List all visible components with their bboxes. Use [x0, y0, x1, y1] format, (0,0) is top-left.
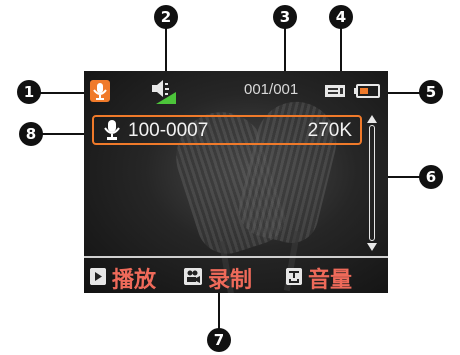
callout-2: 2	[154, 5, 178, 29]
callout-7: 7	[207, 328, 231, 352]
callout-6: 6	[419, 165, 443, 189]
status-bar: 001/001	[84, 71, 388, 111]
menu-play[interactable]: 播放	[90, 261, 174, 293]
menu-record[interactable]: 录制	[184, 261, 276, 293]
selected-file-row[interactable]: 100-0007 270K	[92, 115, 362, 145]
scroll-track	[369, 125, 375, 241]
callout-1-leader	[38, 92, 86, 94]
callout-1: 1	[17, 80, 41, 104]
menu-play-label: 播放	[112, 268, 157, 293]
volume-adjust-icon	[286, 268, 302, 285]
file-counter: 001/001	[244, 81, 299, 98]
menu-record-label: 录制	[208, 268, 253, 293]
callout-5: 5	[419, 80, 443, 104]
file-name: 100-0007	[128, 120, 209, 141]
voice-file-microphone-icon	[104, 120, 120, 140]
menu-volume[interactable]: 音量	[286, 261, 382, 293]
scroll-down-arrow-icon	[367, 243, 377, 251]
record-mode-microphone-icon	[90, 80, 110, 102]
soft-key-menu-bar: 播放 录制 音量	[84, 256, 388, 293]
menu-volume-label: 音量	[308, 268, 353, 293]
scroll-up-arrow-icon	[367, 115, 377, 123]
file-list-scrollbar[interactable]	[367, 115, 377, 251]
callout-3: 3	[273, 5, 297, 29]
callout-8: 8	[19, 122, 43, 146]
internal-memory-icon	[325, 85, 345, 97]
device-screen: 001/001 100-0007 270K 播放 录制 音量	[84, 71, 388, 293]
battery-icon	[354, 84, 380, 98]
callout-4: 4	[329, 5, 353, 29]
file-size: 270K	[307, 120, 352, 141]
play-icon	[90, 268, 106, 285]
record-camera-icon	[184, 268, 202, 285]
volume-level-icon	[152, 80, 176, 104]
